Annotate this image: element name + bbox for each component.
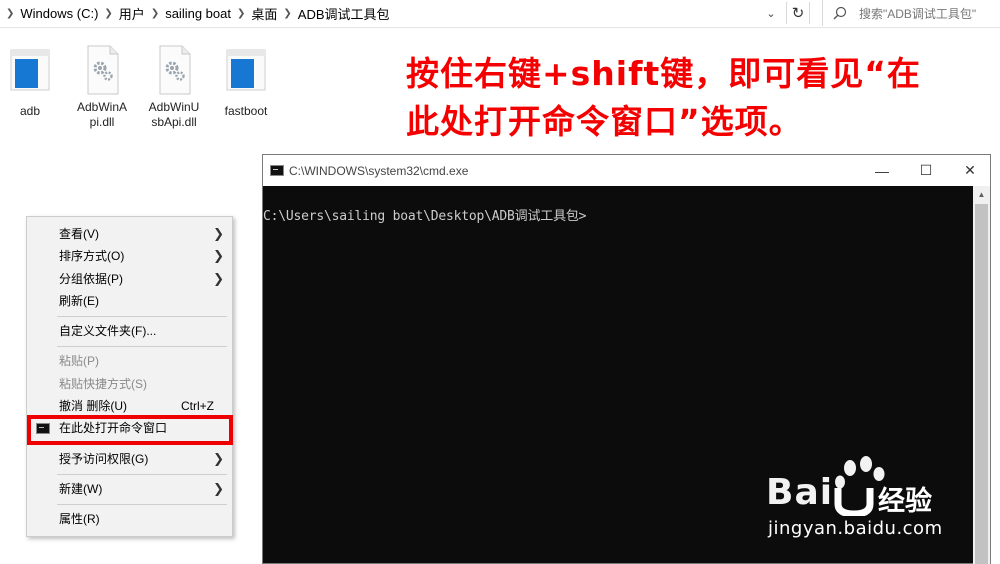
file-name-line1: AdbWinA xyxy=(76,100,128,114)
menu-item-label: 刷新(E) xyxy=(59,294,99,308)
breadcrumb: ❯ Windows (C:) ❯ 用户 ❯ sailing boat ❯ 桌面 … xyxy=(6,0,390,26)
menu-item-label: 粘贴(P) xyxy=(59,354,99,368)
menu-item-label: 粘贴快捷方式(S) xyxy=(59,377,147,391)
chevron-right-icon: ❯ xyxy=(213,481,224,496)
menu-item-paste: 粘贴(P) xyxy=(27,350,232,372)
maximize-icon: ☐ xyxy=(919,162,933,178)
file-name: adb xyxy=(19,104,41,118)
file-name-line2: pi.dll xyxy=(89,115,115,129)
chevron-right-icon[interactable]: ❯ xyxy=(237,8,245,19)
headline-line-2: 此处打开命令窗口”选项。 xyxy=(406,102,803,141)
menu-item-label: 撤消 删除(U) xyxy=(59,399,127,413)
menu-item-undo-delete[interactable]: 撤消 删除(U) Ctrl+Z xyxy=(27,395,232,417)
baidu-watermark: Bai 经验 jingyan.baidu.com xyxy=(766,456,996,556)
menu-item-label: 分组依据(P) xyxy=(59,272,123,286)
minimize-icon: — xyxy=(875,162,889,179)
breadcrumb-item[interactable]: ADB调试工具包 xyxy=(298,4,390,23)
file-item-adbwinusbapi[interactable]: AdbWinU sbApi.dll xyxy=(139,44,209,130)
menu-item-grant-access[interactable]: 授予访问权限(G) ❯ xyxy=(27,448,232,470)
search-input[interactable]: 搜索"ADB调试工具包" xyxy=(822,0,1000,26)
menu-divider xyxy=(57,474,227,475)
menu-item-new[interactable]: 新建(W) ❯ xyxy=(27,478,232,500)
file-item-fastboot[interactable]: fastboot xyxy=(211,48,281,119)
logo-text: Bai xyxy=(766,472,834,513)
menu-item-accelerator: Ctrl+Z xyxy=(181,399,214,413)
gear-dll-icon xyxy=(80,44,124,95)
jingyan-text: 经验 xyxy=(878,486,932,517)
menu-item-label: 自定义文件夹(F)... xyxy=(59,324,157,338)
baidu-logo: Bai xyxy=(766,472,833,513)
refresh-button[interactable]: ↻ xyxy=(786,2,810,24)
close-button[interactable]: ✕ xyxy=(948,155,992,186)
cmd-prompt[interactable]: C:\Users\sailing boat\Desktop\ADB调试工具包> xyxy=(263,205,587,224)
address-bar: ❯ Windows (C:) ❯ 用户 ❯ sailing boat ❯ 桌面 … xyxy=(0,0,1000,28)
close-icon: ✕ xyxy=(964,162,976,178)
chevron-down-icon: ⌄ xyxy=(766,7,776,20)
menu-item-label: 查看(V) xyxy=(59,227,99,241)
chevron-right-icon: ❯ xyxy=(213,271,224,286)
chevron-right-icon[interactable]: ❯ xyxy=(151,8,159,19)
cmd-window-title: C:\WINDOWS\system32\cmd.exe xyxy=(289,163,469,178)
search-icon xyxy=(833,6,847,20)
headline-line-1: 按住右键+shift键，即可看见“在 xyxy=(406,54,921,93)
file-name-line1: AdbWinU xyxy=(148,100,200,114)
instruction-headline: 按住右键+shift键，即可看见“在 此处打开命令窗口”选项。 xyxy=(406,50,966,146)
highlight-box xyxy=(27,415,233,445)
scroll-up-icon[interactable]: ▲ xyxy=(973,186,990,203)
menu-item-label: 授予访问权限(G) xyxy=(59,452,149,466)
cmd-titlebar[interactable]: C:\WINDOWS\system32\cmd.exe — ☐ ✕ xyxy=(263,155,990,186)
chevron-right-icon: ❯ xyxy=(213,248,224,263)
search-placeholder: 搜索"ADB调试工具包" xyxy=(859,6,977,21)
file-item-adb[interactable]: adb xyxy=(0,48,65,119)
menu-divider xyxy=(57,316,227,317)
maximize-button[interactable]: ☐ xyxy=(904,155,948,186)
watermark-url: jingyan.baidu.com xyxy=(768,518,943,539)
breadcrumb-item[interactable]: Windows (C:) xyxy=(20,6,98,21)
du-paw-icon xyxy=(834,488,874,516)
menu-item-view[interactable]: 查看(V) ❯ xyxy=(27,223,232,245)
chevron-right-icon[interactable]: ❯ xyxy=(6,8,14,19)
breadcrumb-item[interactable]: 桌面 xyxy=(251,4,277,23)
menu-item-label: 排序方式(O) xyxy=(59,249,125,263)
chevron-right-icon: ❯ xyxy=(213,226,224,241)
address-dropdown-button[interactable]: ⌄ xyxy=(760,2,782,24)
menu-item-group[interactable]: 分组依据(P) ❯ xyxy=(27,268,232,290)
minimize-button[interactable]: — xyxy=(860,155,904,186)
menu-divider xyxy=(57,346,227,347)
file-name: fastboot xyxy=(224,104,268,118)
menu-item-sort[interactable]: 排序方式(O) ❯ xyxy=(27,245,232,267)
file-name-line2: sbApi.dll xyxy=(151,115,197,129)
menu-item-refresh[interactable]: 刷新(E) xyxy=(27,290,232,312)
refresh-icon: ↻ xyxy=(791,5,805,22)
menu-item-label: 新建(W) xyxy=(59,482,103,496)
menu-item-paste-shortcut: 粘贴快捷方式(S) xyxy=(27,373,232,395)
blue-app-icon xyxy=(8,48,52,96)
file-item-adbwinapi[interactable]: AdbWinA pi.dll xyxy=(67,44,137,130)
menu-item-customize-folder[interactable]: 自定义文件夹(F)... xyxy=(27,320,232,342)
menu-item-properties[interactable]: 属性(R) xyxy=(27,508,232,530)
cmd-icon xyxy=(270,165,284,176)
context-menu: 查看(V) ❯ 排序方式(O) ❯ 分组依据(P) ❯ 刷新(E) 自定义文件夹… xyxy=(26,216,233,537)
chevron-right-icon[interactable]: ❯ xyxy=(283,8,291,19)
gear-dll-icon xyxy=(152,44,196,95)
chevron-right-icon: ❯ xyxy=(213,451,224,466)
menu-divider xyxy=(57,504,227,505)
breadcrumb-item[interactable]: 用户 xyxy=(119,4,145,23)
breadcrumb-item[interactable]: sailing boat xyxy=(165,6,231,21)
blue-app-icon xyxy=(224,48,268,96)
menu-item-label: 属性(R) xyxy=(59,512,100,526)
chevron-right-icon[interactable]: ❯ xyxy=(104,8,112,19)
